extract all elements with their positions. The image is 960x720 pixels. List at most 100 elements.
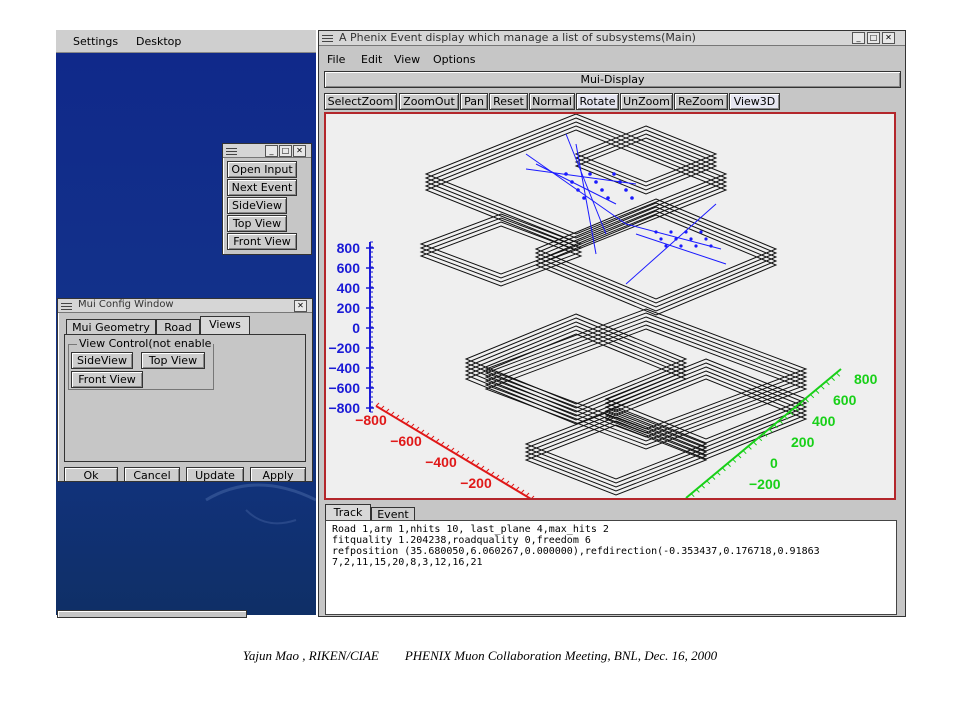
close-icon[interactable]: ✕ bbox=[882, 32, 895, 44]
hit-point bbox=[630, 196, 634, 200]
output-line: fitquality 1.204238,roadquality 0,freedo… bbox=[332, 535, 591, 546]
green-axis-minor-tick bbox=[737, 454, 742, 459]
tab-mui-geometry[interactable]: Mui Geometry bbox=[66, 319, 156, 335]
green-axis-tick-label: 0 bbox=[770, 455, 778, 471]
desktop-menu-settings[interactable]: Settings bbox=[73, 35, 118, 48]
cancel-button[interactable]: Cancel bbox=[124, 467, 180, 481]
main-window-title: A Phenix Event display which manage a li… bbox=[339, 31, 696, 44]
pan-button[interactable]: Pan bbox=[460, 93, 488, 110]
red-axis-minor-tick bbox=[460, 453, 465, 458]
menu-file[interactable]: File bbox=[327, 53, 345, 66]
red-axis-minor-tick bbox=[475, 462, 480, 467]
menu-options[interactable]: Options bbox=[433, 53, 475, 66]
output-line: refposition (35.680050,6.060267,0.000000… bbox=[332, 546, 820, 557]
green-axis-minor-tick bbox=[711, 476, 716, 480]
green-axis-minor-tick bbox=[805, 398, 809, 403]
green-axis-minor-tick bbox=[831, 377, 835, 381]
unzoom-button[interactable]: UnZoom bbox=[620, 93, 673, 110]
maximize-icon[interactable]: □ bbox=[279, 145, 292, 157]
tab-track[interactable]: Track bbox=[325, 504, 371, 521]
rotate-button[interactable]: Rotate bbox=[576, 93, 619, 110]
hit-track-line bbox=[525, 153, 627, 225]
red-axis-minor-tick bbox=[455, 450, 460, 455]
close-icon[interactable]: ✕ bbox=[293, 145, 306, 157]
green-axis-minor-tick bbox=[722, 467, 726, 472]
next-event-button[interactable]: Next Event bbox=[227, 179, 297, 196]
red-axis-tick-label: 0 bbox=[507, 496, 515, 498]
red-axis-minor-tick bbox=[430, 435, 435, 440]
view-control-label: View Control(not enable bbox=[77, 337, 214, 350]
rezoom-button[interactable]: ReZoom bbox=[674, 93, 728, 110]
normal-button[interactable]: Normal bbox=[529, 93, 575, 110]
minimize-icon[interactable]: _ bbox=[265, 145, 278, 157]
red-axis-minor-tick bbox=[450, 447, 455, 452]
maximize-icon[interactable]: □ bbox=[867, 32, 880, 44]
window-menu-grip-icon[interactable] bbox=[61, 301, 72, 310]
green-axis-minor-tick bbox=[716, 471, 721, 476]
apply-button[interactable]: Apply bbox=[250, 467, 306, 481]
menu-edit[interactable]: Edit bbox=[361, 53, 382, 66]
green-axis-tick-label: 600 bbox=[833, 392, 857, 408]
upper-plane-panel bbox=[534, 210, 778, 312]
open-input-button[interactable]: Open Input bbox=[227, 161, 297, 178]
update-button[interactable]: Update bbox=[186, 467, 244, 481]
hit-point bbox=[564, 172, 568, 176]
minimize-icon[interactable]: _ bbox=[852, 32, 865, 44]
green-axis-minor-tick bbox=[810, 394, 815, 399]
config-top-view-button[interactable]: Top View bbox=[141, 352, 205, 369]
front-view-button[interactable]: Front View bbox=[227, 233, 297, 250]
sideview-button[interactable]: SideView bbox=[227, 197, 287, 214]
vertical-axis-tick-label: −600 bbox=[328, 380, 360, 396]
hit-point bbox=[699, 230, 703, 234]
event-control-titlebar: _ □ ✕ bbox=[223, 144, 311, 158]
hit-track-line bbox=[535, 163, 617, 205]
green-axis-minor-tick bbox=[742, 450, 747, 455]
red-axis-minor-tick bbox=[395, 414, 400, 419]
red-axis-minor-tick bbox=[380, 405, 385, 410]
green-axis-minor-tick bbox=[820, 385, 825, 390]
tab-event[interactable]: Event bbox=[371, 507, 415, 521]
hit-point bbox=[669, 230, 673, 234]
menu-view[interactable]: View bbox=[394, 53, 420, 66]
red-axis-minor-tick bbox=[510, 483, 515, 488]
tab-views[interactable]: Views bbox=[200, 316, 250, 335]
selectzoom-button[interactable]: SelectZoom bbox=[324, 93, 397, 110]
hit-point bbox=[606, 196, 610, 200]
window-menu-grip-icon[interactable] bbox=[322, 33, 333, 42]
footer-author: Yajun Mao , RIKEN/CIAE bbox=[242, 648, 379, 663]
hit-point bbox=[570, 180, 574, 184]
hit-point bbox=[654, 230, 658, 234]
top-view-button[interactable]: Top View bbox=[227, 215, 287, 232]
view3d-button[interactable]: View3D bbox=[729, 93, 780, 110]
minimized-window-strip[interactable] bbox=[57, 610, 247, 618]
reset-button[interactable]: Reset bbox=[489, 93, 528, 110]
desktop-menu-desktop[interactable]: Desktop bbox=[136, 35, 181, 48]
lower-plane-panel bbox=[524, 420, 708, 492]
config-sideview-button[interactable]: SideView bbox=[71, 352, 133, 369]
close-icon[interactable]: ✕ bbox=[294, 300, 307, 312]
red-axis-minor-tick bbox=[470, 459, 475, 464]
green-axis-minor-tick bbox=[732, 458, 737, 463]
detector-3d-view: 8006004002000−200−400−600−800−800−600−40… bbox=[328, 114, 878, 498]
output-line: 7,2,11,15,20,8,3,12,16,21 bbox=[332, 557, 483, 568]
config-front-view-button[interactable]: Front View bbox=[71, 371, 143, 388]
window-menu-grip-icon[interactable] bbox=[226, 146, 237, 155]
hit-point bbox=[659, 237, 663, 241]
green-axis-minor-tick bbox=[701, 484, 705, 489]
green-axis-tick-label: 800 bbox=[854, 371, 878, 387]
ok-button[interactable]: Ok bbox=[64, 467, 118, 481]
hit-point bbox=[594, 180, 598, 184]
red-axis-minor-tick bbox=[495, 474, 500, 479]
red-axis-minor-tick bbox=[515, 486, 520, 491]
hit-point bbox=[709, 244, 713, 248]
hit-point bbox=[674, 237, 678, 241]
green-axis-minor-tick bbox=[727, 463, 731, 467]
hit-point bbox=[664, 244, 668, 248]
red-axis-minor-tick bbox=[415, 426, 420, 431]
upper-plane-panel bbox=[534, 214, 778, 316]
zoomout-button[interactable]: ZoomOut bbox=[399, 93, 459, 110]
mui-display-banner: Mui-Display bbox=[324, 71, 901, 88]
red-axis-minor-tick bbox=[505, 480, 510, 485]
tab-road[interactable]: Road bbox=[156, 319, 200, 335]
mui-3d-display-canvas[interactable]: 800 600 400 200 0 −200 −400 −600 −800 −800 −600 −40… bbox=[324, 112, 896, 500]
